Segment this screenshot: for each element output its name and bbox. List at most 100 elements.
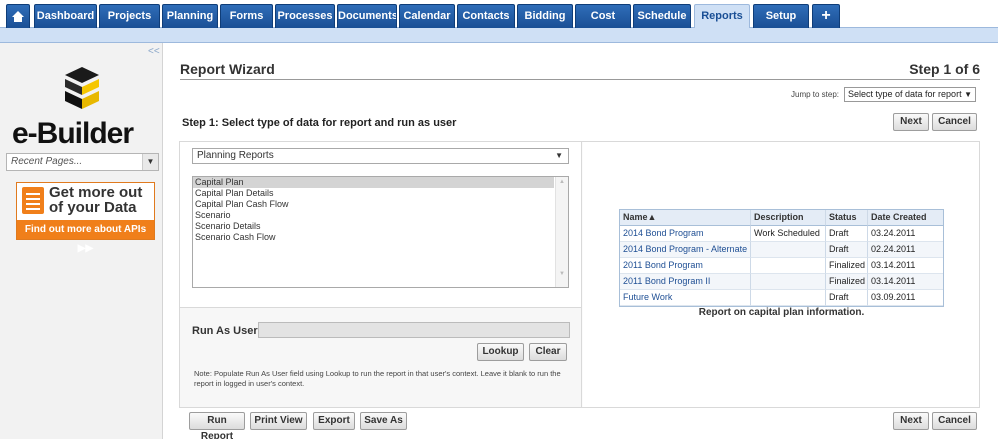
chevron-down-icon: ▼ — [964, 90, 972, 99]
main-content: Report Wizard Step 1 of 6 Jump to step: … — [164, 43, 998, 439]
plan-status: Finalized — [826, 274, 868, 290]
plan-name-link[interactable]: Future Work — [620, 290, 751, 306]
scroll-up-icon[interactable]: ▲ — [556, 179, 568, 185]
jump-to-step-label: Jump to step: — [791, 90, 840, 99]
table-row: 2014 Bond Program - Alternate Draft 02.2… — [620, 242, 943, 258]
list-item[interactable]: Scenario — [193, 210, 568, 221]
list-item[interactable]: Capital Plan Cash Flow — [193, 199, 568, 210]
plan-description: Work Scheduled — [751, 226, 826, 242]
tab-cost[interactable]: Cost — [575, 4, 631, 28]
chevron-down-icon: ▼ — [142, 154, 158, 170]
plan-name-link[interactable]: 2014 Bond Program - Alternate — [620, 242, 751, 258]
plan-status: Draft — [826, 226, 868, 242]
chevron-down-icon: ▼ — [555, 151, 563, 160]
tab-setup[interactable]: Setup — [753, 4, 809, 28]
table-row: 2011 Bond Program II Finalized 03.14.201… — [620, 274, 943, 290]
column-header-description: Description — [751, 210, 826, 226]
table-row: Future Work Draft 03.09.2011 — [620, 290, 943, 306]
api-promo-banner[interactable]: Get more out of your Data Find out more … — [16, 182, 155, 254]
recent-pages-label: Recent Pages... — [11, 156, 83, 167]
e-builder-logo: e-Builder — [12, 117, 134, 150]
table-row: 2014 Bond Program Work Scheduled Draft 0… — [620, 226, 943, 242]
sub-navigation-bar — [0, 28, 998, 43]
column-header-name[interactable]: Name▲ — [620, 210, 751, 226]
top-navigation: Dashboard Projects Planning Forms Proces… — [0, 0, 998, 29]
cancel-button-top[interactable]: Cancel — [932, 113, 977, 131]
plan-date-created: 02.24.2011 — [868, 242, 943, 258]
run-report-button[interactable]: Run Report — [189, 412, 245, 439]
jump-to-step-select[interactable]: Select type of data for report ▼ — [844, 87, 976, 102]
collapse-sidebar-button[interactable]: << — [148, 46, 160, 57]
plan-name-link[interactable]: 2014 Bond Program — [620, 226, 751, 242]
tab-planning[interactable]: Planning — [162, 4, 218, 28]
plan-status: Draft — [826, 290, 868, 306]
promo-title: Get more out of your Data — [49, 184, 143, 216]
plan-name-link[interactable]: 2011 Bond Program — [620, 258, 751, 274]
document-list-icon — [22, 187, 44, 214]
save-as-button[interactable]: Save As — [360, 412, 407, 430]
list-item[interactable]: Capital Plan — [193, 177, 554, 188]
clear-button[interactable]: Clear — [529, 343, 567, 361]
plan-name-link[interactable]: 2011 Bond Program II — [620, 274, 751, 290]
sidebar: << e-Builder Recent Pages... ▼ Get more … — [0, 43, 163, 439]
tab-calendar[interactable]: Calendar — [399, 4, 455, 28]
plan-date-created: 03.09.2011 — [868, 290, 943, 306]
plan-description — [751, 290, 826, 306]
run-as-user-label: Run As User: — [192, 325, 262, 337]
next-button-bottom[interactable]: Next — [893, 412, 929, 430]
jump-to-step-value: Select type of data for report — [848, 89, 962, 99]
plan-description — [751, 242, 826, 258]
title-divider — [180, 79, 980, 80]
tab-reports[interactable]: Reports — [694, 4, 750, 29]
plus-icon: + — [821, 7, 831, 24]
step-heading: Step 1: Select type of data for report a… — [182, 117, 457, 129]
plan-description — [751, 274, 826, 290]
tab-projects[interactable]: Projects — [99, 4, 160, 28]
export-button[interactable]: Export — [313, 412, 355, 430]
table-header-row: Name▲ Description Status Date Created — [620, 210, 943, 226]
lookup-button[interactable]: Lookup — [477, 343, 524, 361]
list-item[interactable]: Capital Plan Details — [193, 188, 568, 199]
plan-date-created: 03.14.2011 — [868, 258, 943, 274]
run-as-note: Note: Populate Run As User field using L… — [194, 369, 561, 388]
report-type-section: Planning Reports ▼ Capital Plan Capital … — [180, 142, 582, 308]
tab-forms[interactable]: Forms — [220, 4, 273, 28]
tab-bidding[interactable]: Bidding — [517, 4, 573, 28]
plan-date-created: 03.24.2011 — [868, 226, 943, 242]
plan-date-created: 03.14.2011 — [868, 274, 943, 290]
scroll-down-icon[interactable]: ▼ — [556, 271, 568, 277]
column-header-date-created: Date Created — [868, 210, 943, 226]
step-indicator: Step 1 of 6 — [909, 61, 980, 77]
list-item[interactable]: Scenario Cash Flow — [193, 232, 568, 243]
cancel-button-bottom[interactable]: Cancel — [932, 412, 977, 430]
plan-status: Finalized — [826, 258, 868, 274]
promo-link[interactable]: Find out more about APIs ▶▶ — [17, 220, 154, 254]
report-category-value: Planning Reports — [197, 150, 274, 161]
wizard-panel: Planning Reports ▼ Capital Plan Capital … — [179, 141, 980, 408]
home-icon — [12, 11, 24, 22]
table-row: 2011 Bond Program Finalized 03.14.2011 — [620, 258, 943, 274]
tab-documents[interactable]: Documents — [337, 4, 397, 28]
recent-pages-dropdown[interactable]: Recent Pages... ▼ — [6, 153, 159, 171]
tab-dashboard[interactable]: Dashboard — [34, 4, 97, 28]
report-preview-section: Name▲ Description Status Date Created 20… — [583, 142, 979, 407]
add-tab-button[interactable]: + — [812, 4, 840, 28]
tab-schedule[interactable]: Schedule — [633, 4, 691, 28]
tab-contacts[interactable]: Contacts — [457, 4, 515, 28]
run-as-section: Run As User: Lookup Clear Note: Populate… — [180, 308, 582, 407]
next-button-top[interactable]: Next — [893, 113, 929, 131]
preview-table: Name▲ Description Status Date Created 20… — [619, 209, 944, 307]
report-type-listbox[interactable]: Capital Plan Capital Plan Details Capita… — [192, 176, 569, 288]
e-builder-cube-logo-icon — [65, 67, 99, 109]
home-tab[interactable] — [6, 4, 30, 28]
run-as-user-field[interactable] — [258, 322, 570, 338]
listbox-scrollbar[interactable]: ▲ ▼ — [555, 177, 568, 287]
print-view-button[interactable]: Print View — [250, 412, 307, 430]
column-header-status: Status — [826, 210, 868, 226]
plan-status: Draft — [826, 242, 868, 258]
tab-processes[interactable]: Processes — [275, 4, 335, 28]
report-category-select[interactable]: Planning Reports ▼ — [192, 148, 569, 164]
preview-caption: Report on capital plan information. — [698, 307, 865, 318]
plan-description — [751, 258, 826, 274]
list-item[interactable]: Scenario Details — [193, 221, 568, 232]
